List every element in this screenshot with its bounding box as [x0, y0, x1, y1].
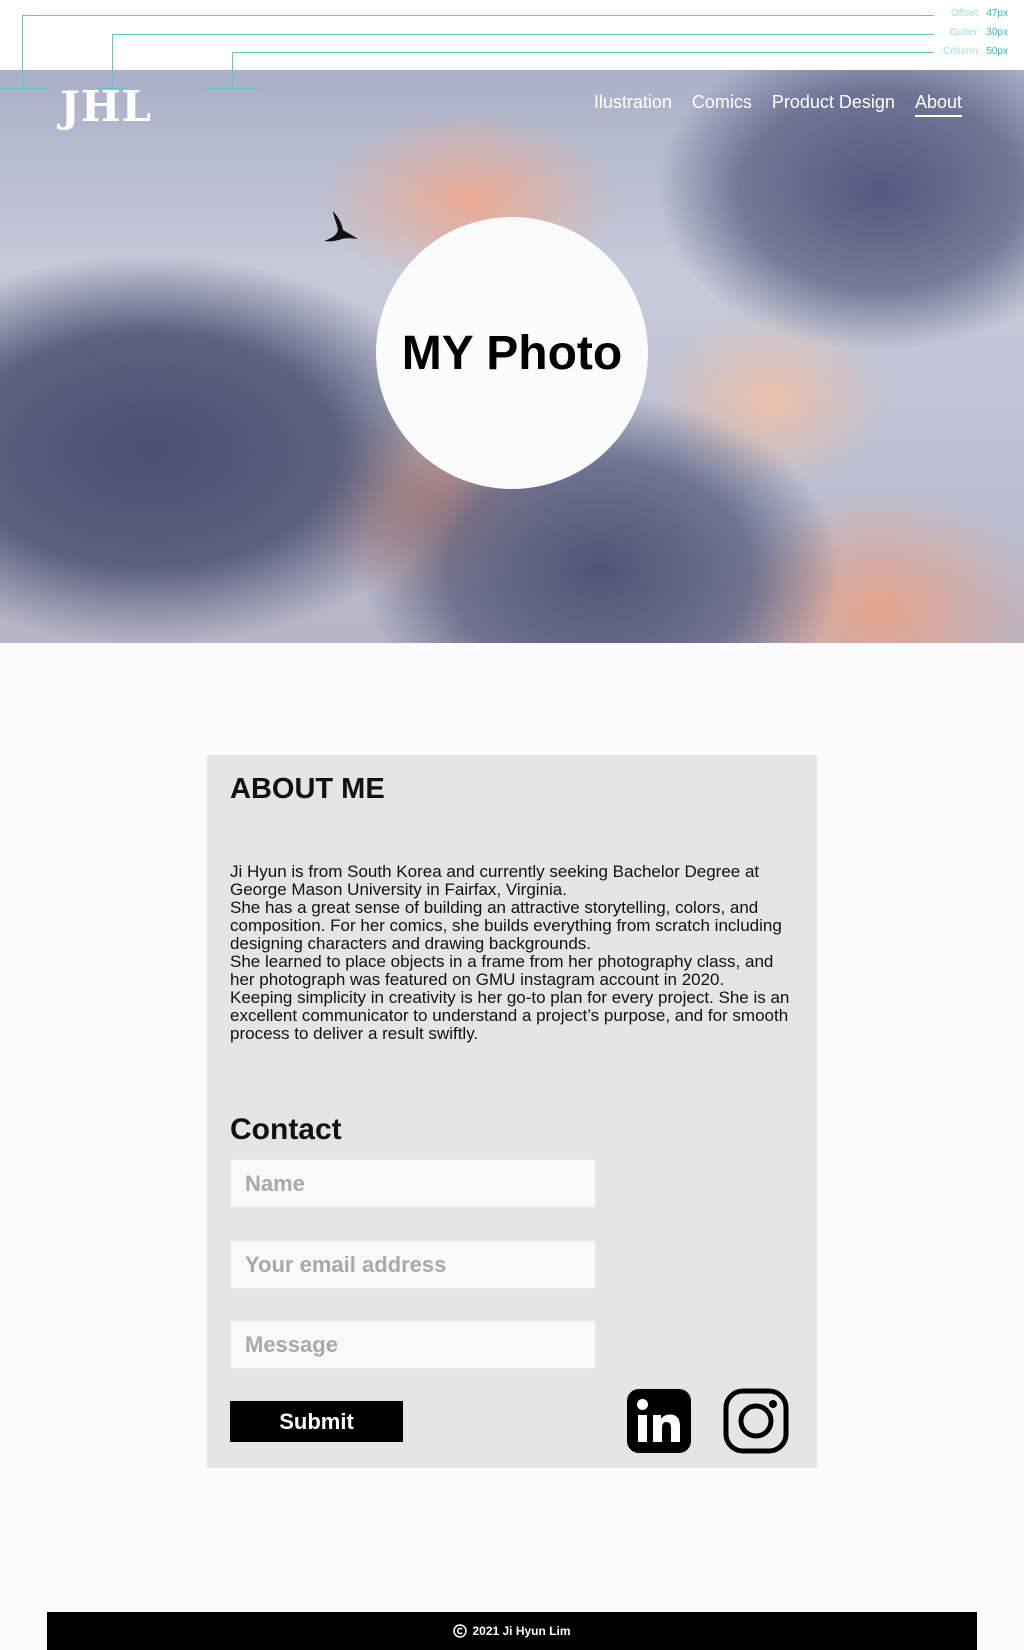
instagram-icon[interactable]	[723, 1388, 789, 1454]
footer-copyright-text: 2021 Ji Hyun Lim	[472, 1624, 571, 1638]
guide-label-key: Column:	[943, 46, 981, 57]
guide-label-key: Gutter:	[949, 27, 981, 38]
about-paragraph: She learned to place objects in a frame …	[230, 952, 774, 989]
linkedin-icon[interactable]	[626, 1388, 692, 1454]
guide-label-value: 50px	[986, 46, 1008, 57]
guide-label-value: 30px	[986, 27, 1008, 38]
site-logo[interactable]: JHL	[60, 82, 152, 131]
photo-placeholder-text: MY Photo	[401, 326, 623, 380]
message-input[interactable]	[230, 1320, 596, 1369]
about-title: ABOUT ME	[230, 773, 385, 805]
name-input[interactable]	[230, 1159, 596, 1208]
nav-item-product-design[interactable]: Product Design	[772, 92, 895, 113]
guide-label-key: Offset:	[951, 8, 981, 19]
nav-item-about[interactable]: About	[914, 92, 962, 117]
column-guide-label: Column: 50px	[943, 46, 1008, 57]
main-nav: Ilustration Comics Product Design About	[594, 92, 962, 117]
overlay-panel	[0, 0, 1024, 70]
about-body: Ji Hyun is from South Korea and currentl…	[230, 863, 802, 1043]
submit-button[interactable]: Submit	[230, 1401, 403, 1442]
gutter-guide-label: Gutter: 30px	[950, 27, 1008, 38]
about-paragraph: She has a great sense of building an att…	[230, 898, 782, 953]
about-card: ABOUT ME Ji Hyun is from South Korea and…	[207, 755, 817, 1468]
contact-title: Contact	[230, 1113, 342, 1146]
offset-guide-label: Offset: 47px	[951, 8, 1008, 19]
guide-label-value: 47px	[986, 8, 1008, 19]
gutter-guide-line	[112, 34, 934, 35]
profile-photo-placeholder: MY Photo	[376, 217, 648, 489]
about-paragraph: Keeping simplicity in creativity is her …	[230, 988, 790, 1043]
email-input[interactable]	[230, 1240, 596, 1289]
about-paragraph: Ji Hyun is from South Korea and currentl…	[230, 862, 760, 899]
nav-item-comics[interactable]: Comics	[692, 92, 752, 113]
nav-item-ilustration[interactable]: Ilustration	[594, 92, 672, 113]
copyright-icon	[453, 1624, 468, 1638]
footer: 2021 Ji Hyun Lim	[47, 1612, 977, 1650]
bird-silhouette	[324, 211, 358, 242]
column-guide-line	[232, 52, 934, 53]
offset-guide-line	[22, 15, 934, 16]
hero-section: JHL Ilustration Comics Product Design Ab…	[0, 70, 1024, 643]
